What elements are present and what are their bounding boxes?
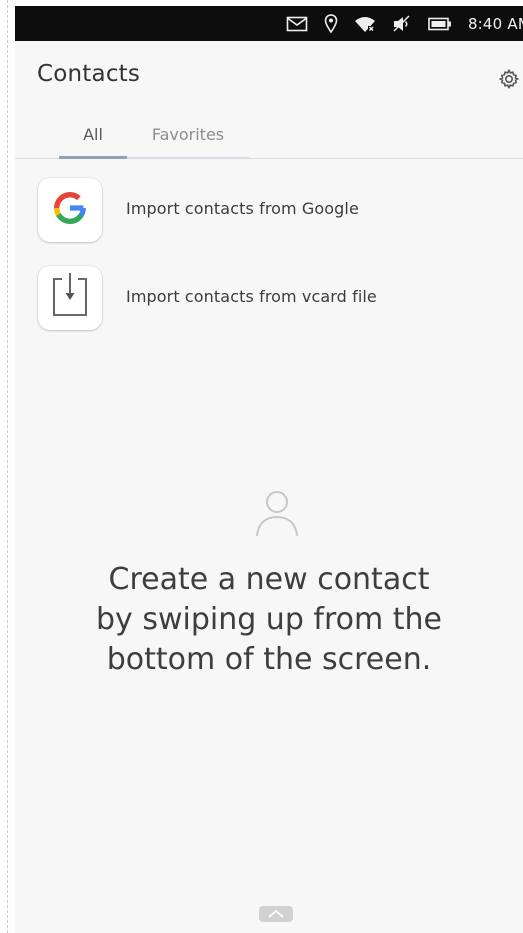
list-item-label: Import contacts from Google [126, 199, 359, 218]
tab-favorites[interactable]: Favorites [127, 111, 249, 159]
vcard-tile [38, 266, 102, 330]
tab-underline [127, 157, 249, 159]
left-border [7, 0, 8, 933]
list-item-label: Import contacts from vcard file [126, 287, 377, 306]
list-item-import-google[interactable]: Import contacts from Google [15, 172, 523, 260]
battery-icon [428, 17, 452, 31]
person-icon [251, 486, 303, 538]
bottom-edge-handle[interactable] [259, 906, 293, 922]
page-title: Contacts [37, 61, 141, 87]
volume-muted-icon [392, 14, 412, 33]
header: Contacts All Favorites [15, 41, 523, 159]
tab-all-label: All [83, 125, 103, 144]
status-icons: 8:40 AM [286, 6, 523, 41]
chevron-up-icon [259, 907, 293, 926]
mail-icon [286, 16, 308, 32]
tab-all[interactable]: All [59, 111, 127, 159]
status-bar: 8:40 AM [15, 6, 523, 41]
google-logo-icon [51, 189, 89, 231]
tab-bar: All Favorites [59, 111, 249, 159]
list-item-import-vcard[interactable]: Import contacts from vcard file [15, 260, 523, 348]
tab-favorites-label: Favorites [151, 125, 225, 144]
contacts-screen: 8:40 AM Contacts All Favorites [15, 6, 523, 933]
empty-state-message: Create a new contact by swiping up from … [96, 562, 442, 677]
location-icon [324, 13, 338, 34]
settings-button[interactable] [497, 67, 521, 91]
status-time: 8:40 AM [467, 14, 523, 33]
gear-icon [497, 68, 521, 95]
download-file-icon [45, 270, 95, 326]
wifi-icon [354, 15, 376, 33]
google-tile [38, 178, 102, 242]
active-tab-indicator [59, 156, 127, 159]
